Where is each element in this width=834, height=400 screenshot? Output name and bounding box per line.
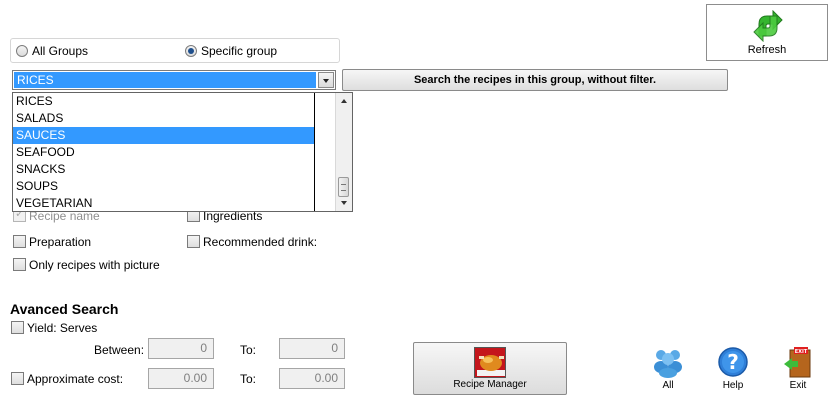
yield-from-input[interactable]: 0 bbox=[148, 338, 214, 359]
all-button[interactable]: All bbox=[643, 344, 693, 394]
group-dropdown-item[interactable]: SOUPS bbox=[13, 178, 314, 195]
all-label: All bbox=[662, 380, 674, 391]
group-select-dropdown-button[interactable] bbox=[318, 72, 334, 88]
exit-sign-text: EXIT bbox=[795, 349, 808, 355]
yield-checkbox[interactable] bbox=[11, 321, 24, 334]
advanced-search-heading: Avanced Search bbox=[10, 301, 119, 317]
help-icon: ? bbox=[718, 347, 748, 377]
scrollbar-thumb[interactable] bbox=[338, 177, 349, 197]
group-select-value: RICES bbox=[14, 72, 316, 88]
specific-group-radio[interactable] bbox=[185, 45, 197, 57]
chevron-down-icon bbox=[323, 79, 329, 83]
exit-label: Exit bbox=[789, 380, 807, 391]
cost-to-input[interactable]: 0.00 bbox=[279, 368, 345, 389]
recommended-drink-checkbox[interactable] bbox=[187, 235, 200, 248]
group-dropdown-item[interactable]: SALADS bbox=[13, 110, 314, 127]
users-icon bbox=[654, 350, 682, 378]
group-dropdown-item[interactable]: RICES bbox=[13, 93, 314, 110]
approximate-cost-checkbox[interactable] bbox=[11, 372, 24, 385]
help-button[interactable]: ? Help bbox=[708, 344, 758, 394]
dropdown-scrollbar[interactable] bbox=[335, 93, 352, 211]
specific-group-label[interactable]: Specific group bbox=[201, 44, 277, 58]
only-picture-label[interactable]: Only recipes with picture bbox=[29, 258, 160, 272]
group-dropdown-item[interactable]: SAUCES bbox=[13, 127, 314, 144]
all-groups-radio[interactable] bbox=[16, 45, 28, 57]
group-dropdown-list: RICES SALADS SAUCES SEAFOOD SNACKS SOUPS VEGET… bbox=[12, 92, 353, 212]
recipe-manager-label: Recipe Manager bbox=[453, 379, 527, 390]
group-dropdown-item[interactable]: VEGETARIAN bbox=[13, 195, 314, 212]
preparation-checkbox[interactable] bbox=[13, 235, 26, 248]
help-label: Help bbox=[722, 380, 744, 391]
refresh-icon bbox=[753, 10, 783, 42]
scroll-down-icon[interactable] bbox=[341, 201, 347, 205]
scroll-up-icon[interactable] bbox=[341, 99, 347, 103]
group-select[interactable]: RICES bbox=[12, 70, 336, 90]
yield-label[interactable]: Yield: Serves bbox=[27, 321, 97, 335]
group-scope-radio-group: All Groups Specific group bbox=[10, 38, 340, 63]
group-dropdown-item[interactable]: SNACKS bbox=[13, 161, 314, 178]
exit-door-icon: EXIT bbox=[784, 347, 811, 378]
recipe-manager-button[interactable]: Recipe Manager bbox=[413, 342, 567, 395]
exit-button[interactable]: EXIT Exit bbox=[773, 344, 823, 394]
svg-text:?: ? bbox=[727, 350, 739, 374]
cost-to-label: To: bbox=[240, 372, 257, 386]
all-groups-label[interactable]: All Groups bbox=[32, 44, 88, 58]
approximate-cost-label[interactable]: Approximate cost: bbox=[27, 372, 123, 386]
group-dropdown-item[interactable]: SEAFOOD bbox=[13, 144, 314, 161]
group-dropdown-items: RICES SALADS SAUCES SEAFOOD SNACKS SOUPS VEGET… bbox=[13, 93, 315, 211]
refresh-button[interactable]: Refresh bbox=[706, 4, 828, 61]
search-group-button[interactable]: Search the recipes in this group, withou… bbox=[342, 69, 728, 91]
between-label: Between: bbox=[94, 343, 145, 357]
only-picture-checkbox[interactable] bbox=[13, 258, 26, 271]
yield-to-label: To: bbox=[240, 343, 257, 357]
yield-to-input[interactable]: 0 bbox=[279, 338, 345, 359]
refresh-label: Refresh bbox=[747, 44, 787, 56]
roast-chicken-icon bbox=[474, 347, 506, 378]
preparation-label[interactable]: Preparation bbox=[29, 235, 91, 249]
recommended-drink-label[interactable]: Recommended drink: bbox=[203, 235, 317, 249]
cost-from-input[interactable]: 0.00 bbox=[148, 368, 214, 389]
